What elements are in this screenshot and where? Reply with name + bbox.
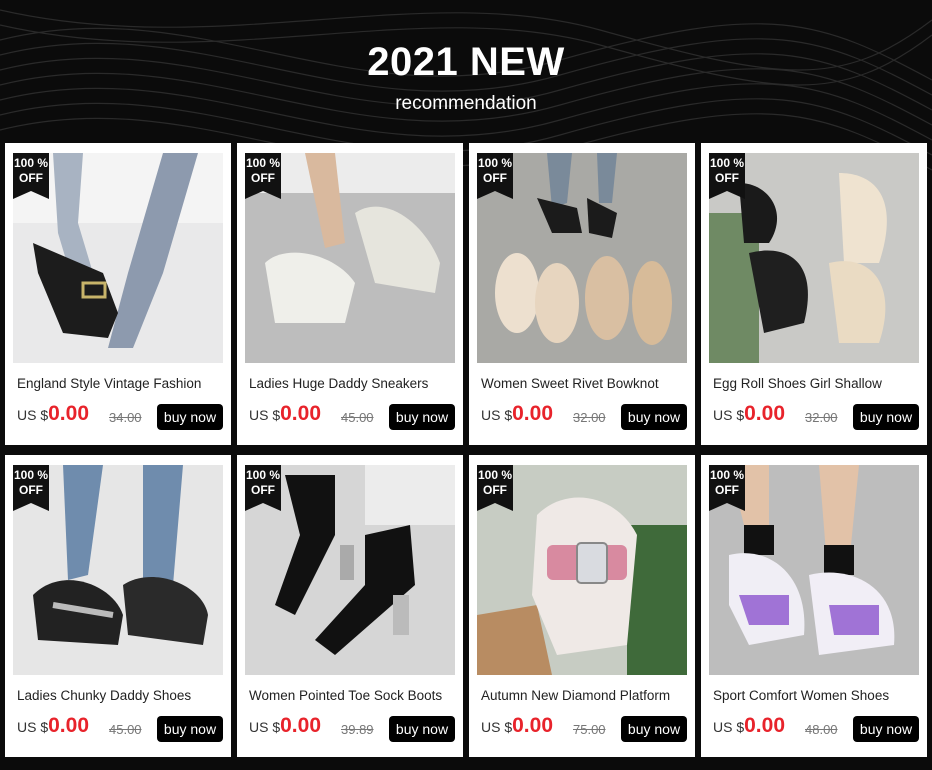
buy-now-button[interactable]: buy now bbox=[621, 716, 687, 742]
product-image[interactable]: 100 % OFF bbox=[245, 465, 455, 675]
product-image[interactable]: 100 % OFF bbox=[13, 153, 223, 363]
product-card[interactable]: 100 % OFF Ladies Huge Daddy Sneakers US $… bbox=[237, 143, 463, 445]
product-price: US $0.00 bbox=[17, 402, 89, 425]
discount-badge: 100 % OFF bbox=[477, 465, 513, 511]
buy-now-button[interactable]: buy now bbox=[157, 716, 223, 742]
discount-badge: 100 % OFF bbox=[13, 465, 49, 511]
product-image[interactable]: 100 % OFF bbox=[245, 153, 455, 363]
product-card[interactable]: 100 % OFF Women Sweet Rivet Bowknot US $0… bbox=[469, 143, 695, 445]
discount-badge: 100 % OFF bbox=[477, 153, 513, 199]
buy-now-button[interactable]: buy now bbox=[389, 404, 455, 430]
product-card[interactable]: 100 % OFF England Style Vintage Fashion U… bbox=[5, 143, 231, 445]
product-title[interactable]: Ladies Chunky Daddy Shoes bbox=[17, 688, 227, 703]
product-price: US $0.00 bbox=[713, 714, 785, 737]
original-price: 48.00 bbox=[805, 722, 838, 737]
product-price: US $0.00 bbox=[17, 714, 89, 737]
product-card[interactable]: 100 % OFF Women Pointed Toe Sock Boots US… bbox=[237, 455, 463, 757]
product-image[interactable]: 100 % OFF bbox=[13, 465, 223, 675]
discount-badge: 100 % OFF bbox=[13, 153, 49, 199]
product-title[interactable]: Egg Roll Shoes Girl Shallow bbox=[713, 376, 923, 391]
product-title[interactable]: Autumn New Diamond Platform bbox=[481, 688, 691, 703]
product-price: US $0.00 bbox=[249, 402, 321, 425]
original-price: 75.00 bbox=[573, 722, 606, 737]
page-title: 2021 NEW bbox=[367, 40, 565, 84]
original-price: 45.00 bbox=[341, 410, 374, 425]
buy-now-button[interactable]: buy now bbox=[853, 716, 919, 742]
product-image[interactable]: 100 % OFF bbox=[709, 153, 919, 363]
discount-badge: 100 % OFF bbox=[709, 465, 745, 511]
header: 2021 NEW recommendation bbox=[0, 0, 932, 140]
discount-badge: 100 % OFF bbox=[245, 153, 281, 199]
product-title[interactable]: England Style Vintage Fashion bbox=[17, 376, 227, 391]
product-price: US $0.00 bbox=[713, 402, 785, 425]
product-image[interactable]: 100 % OFF bbox=[477, 465, 687, 675]
product-card[interactable]: 100 % OFF Autumn New Diamond Platform US … bbox=[469, 455, 695, 757]
product-image[interactable]: 100 % OFF bbox=[477, 153, 687, 363]
product-card[interactable]: 100 % OFF Ladies Chunky Daddy Shoes US $0… bbox=[5, 455, 231, 757]
product-card[interactable]: 100 % OFF Egg Roll Shoes Girl Shallow US … bbox=[701, 143, 927, 445]
original-price: 32.00 bbox=[573, 410, 606, 425]
buy-now-button[interactable]: buy now bbox=[621, 404, 687, 430]
original-price: 45.00 bbox=[109, 722, 142, 737]
discount-badge: 100 % OFF bbox=[245, 465, 281, 511]
product-price: US $0.00 bbox=[249, 714, 321, 737]
buy-now-button[interactable]: buy now bbox=[853, 404, 919, 430]
original-price: 34.00 bbox=[109, 410, 142, 425]
product-title[interactable]: Sport Comfort Women Shoes bbox=[713, 688, 923, 703]
product-card[interactable]: 100 % OFF Sport Comfort Women Shoes US $0… bbox=[701, 455, 927, 757]
original-price: 39.89 bbox=[341, 722, 374, 737]
page-subtitle: recommendation bbox=[395, 93, 537, 114]
product-title[interactable]: Women Pointed Toe Sock Boots bbox=[249, 688, 459, 703]
product-image[interactable]: 100 % OFF bbox=[709, 465, 919, 675]
product-price: US $0.00 bbox=[481, 402, 553, 425]
original-price: 32.00 bbox=[805, 410, 838, 425]
product-title[interactable]: Ladies Huge Daddy Sneakers bbox=[249, 376, 459, 391]
buy-now-button[interactable]: buy now bbox=[157, 404, 223, 430]
product-price: US $0.00 bbox=[481, 714, 553, 737]
buy-now-button[interactable]: buy now bbox=[389, 716, 455, 742]
discount-badge: 100 % OFF bbox=[709, 153, 745, 199]
product-title[interactable]: Women Sweet Rivet Bowknot bbox=[481, 376, 691, 391]
